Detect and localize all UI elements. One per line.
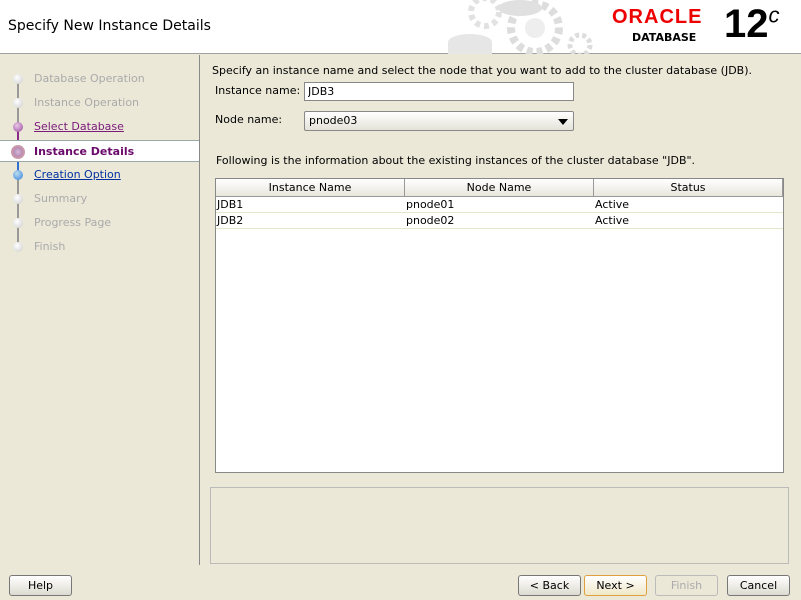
step-summary: Summary [0,188,199,210]
step-label: Instance Details [34,145,135,158]
gears-graphic-icon [448,0,593,54]
step-label: Instance Operation [34,96,140,109]
step-label: Progress Page [34,216,112,229]
help-button[interactable]: Help [9,575,72,596]
step-creation-option[interactable]: Creation Option [0,164,199,186]
table-cell: JDB1 [217,198,244,211]
message-area [210,487,789,564]
table-cell: Active [595,214,630,227]
step-status-icon [13,242,23,252]
cancel-button[interactable]: Cancel [727,575,790,596]
finish-button: Finish [655,575,718,596]
step-label: Select Database [34,120,124,133]
step-status-icon [13,74,23,84]
page-title: Specify New Instance Details [8,18,211,34]
intro-text: Specify an instance name and select the … [212,64,753,77]
info-text: Following is the information about the e… [216,154,696,167]
next-button[interactable]: Next > [584,575,647,596]
chevron-down-icon [558,119,568,125]
table-row[interactable]: JDB2 pnode02 Active [216,213,783,229]
table-cell: JDB2 [217,214,244,227]
oracle-logo: ORACLE DATABASE 12c [612,2,780,46]
step-status-icon [13,194,23,204]
step-select-database[interactable]: Select Database [0,116,199,138]
step-label: Summary [34,192,88,205]
step-status-icon [13,122,23,132]
step-status-icon [11,145,25,159]
step-instance-details: Instance Details [0,140,199,162]
table-cell: Active [595,198,630,211]
back-button[interactable]: < Back [518,575,581,596]
step-instance-operation: Instance Operation [0,92,199,114]
column-header[interactable]: Status [594,179,783,197]
step-status-icon [13,170,23,180]
step-progress-page: Progress Page [0,212,199,234]
header: Specify New Instance Details ORACLE DATA… [0,0,801,54]
node-name-label: Node name: [215,113,283,126]
table-row[interactable]: JDB1 pnode01 Active [216,197,783,213]
table-cell: pnode02 [406,214,455,227]
instance-name-input[interactable] [304,82,574,101]
instance-name-label: Instance name: [215,84,301,97]
step-label: Database Operation [34,72,145,85]
step-label: Creation Option [34,168,121,181]
column-header[interactable]: Instance Name [216,179,405,197]
instances-table: Instance Name Node Name Status JDB1 pnode… [215,178,784,473]
step-database-operation: Database Operation [0,68,199,90]
step-finish: Finish [0,236,199,258]
step-status-icon [13,98,23,108]
step-status-icon [13,218,23,228]
steps-sidebar: Database Operation Instance Operation Sele… [0,55,200,565]
column-header[interactable]: Node Name [405,179,594,197]
node-name-select[interactable]: pnode03 [304,111,574,131]
table-cell: pnode01 [406,198,455,211]
step-label: Finish [34,240,66,253]
